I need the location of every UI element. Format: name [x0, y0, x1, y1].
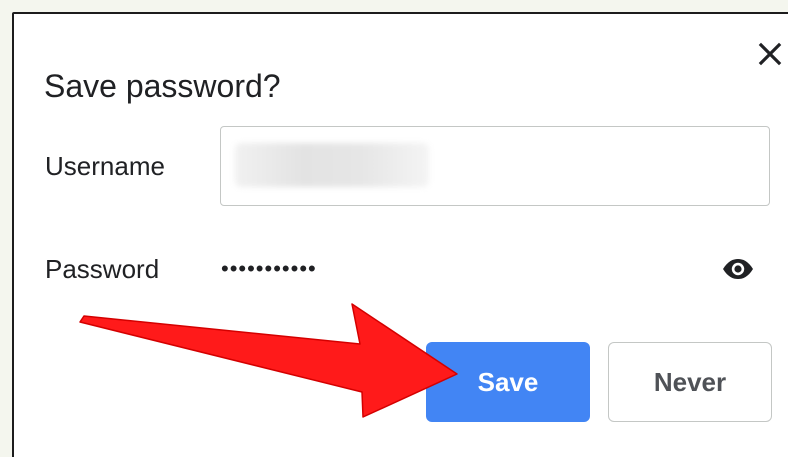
close-button[interactable] [754, 38, 786, 70]
dialog-title: Save password? [44, 68, 281, 104]
username-field[interactable] [220, 126, 770, 206]
password-field[interactable]: ••••••••••• [221, 254, 317, 284]
password-label: Password [45, 254, 160, 284]
close-icon [758, 42, 782, 66]
username-label: Username [45, 151, 165, 181]
save-password-dialog: Save password? Username Password •••••••… [12, 12, 788, 457]
screenshot-stage: Save password? Username Password •••••••… [0, 0, 788, 457]
show-password-button[interactable] [718, 254, 758, 284]
username-value-redacted [235, 143, 429, 187]
save-button[interactable]: Save [426, 342, 590, 422]
eye-icon [723, 259, 753, 279]
never-button[interactable]: Never [608, 342, 772, 422]
